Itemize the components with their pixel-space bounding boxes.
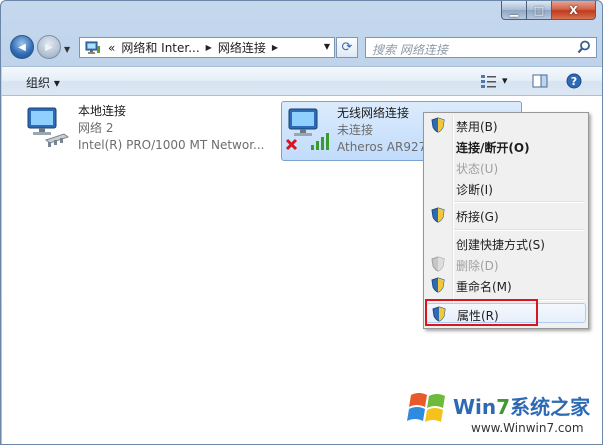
menu-item-label: 创建快捷方式(S) — [456, 238, 545, 252]
change-view-icon[interactable] — [480, 73, 498, 89]
uac-shield-icon — [431, 207, 445, 223]
menu-item-label: 状态(U) — [456, 162, 499, 176]
organize-menu-button[interactable]: 组织 ▾ — [26, 74, 60, 91]
context-menu: 禁用(B) 连接/断开(O) 状态(U) 诊断(I) 桥接(G) 创建快捷方式(… — [423, 112, 589, 329]
breadcrumb-overflow[interactable]: « — [105, 41, 118, 55]
menu-item-label: 连接/断开(O) — [456, 141, 530, 155]
maximize-icon: □ — [533, 3, 545, 17]
menu-item-disable[interactable]: 禁用(B) — [426, 115, 586, 135]
maximize-button[interactable]: □ — [527, 1, 552, 20]
help-icon[interactable]: ? — [566, 73, 582, 89]
menu-item-rename[interactable]: 重命名(M) — [426, 275, 586, 295]
address-bar[interactable]: « 网络和 Inter... ▶ 网络连接 ▶ ▼ — [79, 37, 335, 58]
connection-adapter: Atheros AR9271 — [337, 140, 434, 154]
watermark-logo: Win7系统之家 www.Winwin7.com — [401, 379, 601, 443]
command-bar: 组织 ▾ ▾ ? — [2, 66, 602, 96]
highlight-annotation-box — [425, 299, 538, 326]
connection-status: 网络 2 — [78, 121, 114, 135]
forward-button[interactable]: ▶ — [37, 35, 61, 59]
menu-item-label: 诊断(I) — [456, 183, 493, 197]
network-folder-icon — [85, 41, 100, 54]
menu-separator — [454, 201, 584, 203]
uac-shield-icon — [431, 117, 445, 133]
menu-separator — [454, 229, 584, 231]
back-button[interactable]: ◀ — [10, 35, 34, 59]
view-options-dropdown[interactable]: ▾ — [502, 74, 508, 87]
window-controls: ▁ □ X — [501, 1, 596, 20]
breadcrumb-network-internet[interactable]: 网络和 Inter... — [118, 39, 202, 56]
menu-item-status: 状态(U) — [426, 157, 586, 177]
uac-shield-icon — [431, 277, 445, 293]
svg-text:?: ? — [571, 75, 577, 88]
menu-item-diagnose[interactable]: 诊断(I) — [426, 178, 586, 198]
ethernet-adapter-icon — [27, 107, 70, 147]
recent-pages-dropdown[interactable]: ▼ — [64, 45, 70, 54]
minimize-icon: ▁ — [509, 3, 519, 17]
watermark-brand-7: 7 — [496, 395, 511, 419]
menu-item-create-shortcut[interactable]: 创建快捷方式(S) — [426, 233, 586, 253]
uac-shield-icon — [431, 256, 445, 272]
refresh-icon: ⟳ — [341, 40, 353, 55]
refresh-button[interactable]: ⟳ — [336, 37, 358, 58]
search-box[interactable]: 搜索 网络连接 — [365, 37, 597, 58]
close-button[interactable]: X — [552, 1, 596, 20]
connection-status: 未连接 — [337, 123, 374, 137]
connection-name: 本地连接 — [78, 104, 127, 118]
windows-logo-icon — [407, 393, 445, 422]
watermark-brand: Win7系统之家 — [453, 391, 590, 420]
wireless-adapter-icon — [285, 108, 329, 151]
forward-arrow-icon: ▶ — [45, 41, 53, 53]
breadcrumb-separator-icon[interactable]: ▶ — [203, 43, 215, 52]
close-icon: X — [569, 3, 578, 17]
connection-info: 无线网络连接 未连接 Atheros AR9271 — [337, 105, 434, 156]
menu-item-connect-disconnect[interactable]: 连接/断开(O) — [426, 136, 586, 156]
minimize-button[interactable]: ▁ — [501, 1, 527, 20]
breadcrumb-separator-icon[interactable]: ▶ — [269, 43, 281, 52]
explorer-window: ▁ □ X ◀ ▶ ▼ « 网络和 Inter... ▶ 网络连接 ▶ ▼ ⟳ … — [0, 0, 603, 445]
watermark-brand-rest: 系统之家 — [510, 395, 591, 419]
menu-item-delete: 删除(D) — [426, 254, 586, 274]
menu-item-label: 桥接(G) — [456, 210, 499, 224]
connection-name: 无线网络连接 — [337, 106, 410, 120]
back-arrow-icon: ◀ — [18, 41, 26, 53]
connection-item-local[interactable]: 本地连接 网络 2 Intel(R) PRO/1000 MT Networ... — [22, 100, 265, 160]
menu-item-bridge[interactable]: 桥接(G) — [426, 205, 586, 225]
menu-item-label: 重命名(M) — [456, 280, 512, 294]
search-icon[interactable] — [577, 40, 591, 54]
navigation-bar: ◀ ▶ ▼ « 网络和 Inter... ▶ 网络连接 ▶ ▼ ⟳ 搜索 网络连… — [1, 31, 602, 65]
connection-info: 本地连接 网络 2 Intel(R) PRO/1000 MT Networ... — [78, 103, 265, 154]
address-dropdown-icon[interactable]: ▼ — [324, 42, 330, 51]
menu-item-label: 删除(D) — [456, 259, 499, 273]
menu-item-label: 禁用(B) — [456, 120, 498, 134]
watermark-brand-win: Win — [453, 395, 497, 419]
connection-adapter: Intel(R) PRO/1000 MT Networ... — [78, 138, 265, 152]
search-input[interactable]: 搜索 网络连接 — [372, 41, 448, 58]
breadcrumb-network-connections[interactable]: 网络连接 — [215, 39, 269, 56]
preview-pane-icon[interactable] — [532, 73, 548, 89]
watermark-url: www.Winwin7.com — [471, 421, 584, 435]
